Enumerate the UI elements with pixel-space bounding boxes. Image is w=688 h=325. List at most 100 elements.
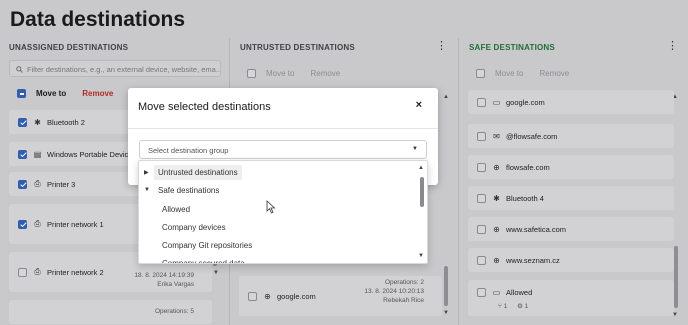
scroll-down-arrow[interactable]: ▼	[443, 310, 449, 316]
remove-button[interactable]: Remove	[539, 69, 569, 78]
move-to-button[interactable]: Move to	[36, 89, 66, 98]
item-date: 13. 8. 2024 10:20:13	[364, 287, 424, 295]
item-label: google.com	[506, 97, 545, 107]
item-label: flowsafe.com	[506, 162, 550, 172]
option-safe-destinations[interactable]: ▼ Safe destinations	[144, 181, 219, 199]
scrollbar[interactable]	[444, 266, 448, 306]
scroll-down-arrow[interactable]: ▼	[213, 270, 219, 276]
page-title: Data destinations	[10, 8, 186, 31]
scroll-up-arrow[interactable]: ▲	[443, 94, 449, 100]
count-a: 1	[503, 303, 508, 310]
item-user: Rebekah Rice	[383, 296, 424, 304]
globe-icon: ⊕	[264, 291, 271, 301]
option-allowed[interactable]: Allowed	[162, 200, 190, 218]
item-checkbox[interactable]	[18, 219, 27, 229]
list-item[interactable]: ⊕ google.com Operations: 2 13. 8. 2024 1…	[239, 276, 442, 316]
item-label: Bluetooth 4	[506, 193, 544, 203]
item-checkbox[interactable]	[477, 97, 486, 107]
option-untrusted-destinations[interactable]: ▶ Untrusted destinations	[144, 163, 242, 181]
scroll-up-arrow[interactable]: ▲	[418, 165, 424, 171]
caret-down-icon: ▼	[412, 146, 418, 152]
item-label: Printer network 2	[47, 267, 104, 277]
remove-button[interactable]: Remove	[310, 69, 340, 78]
search-input[interactable]: Filter destinations, e.g., an external d…	[9, 60, 221, 77]
item-checkbox[interactable]	[248, 291, 257, 301]
item-label: @flowsafe.com	[506, 131, 558, 141]
option-company-git-repositories[interactable]: Company Git repositories	[162, 236, 252, 254]
item-label: Windows Portable Device 2	[47, 149, 139, 159]
item-checkbox[interactable]	[477, 224, 486, 234]
item-meta: 18. 8. 2024 14:19:39 Erika Vargas	[134, 272, 194, 290]
item-label: Bluetooth 2	[47, 117, 85, 127]
move-to-button[interactable]: Move to	[266, 69, 294, 78]
item-operations: Operations: 5	[154, 308, 194, 315]
globe-icon: ⊕	[493, 162, 500, 172]
item-label: Allowed	[506, 288, 533, 297]
item-checkbox[interactable]	[477, 288, 486, 297]
option-company-secured-data[interactable]: Company secured data	[162, 254, 245, 264]
item-checkbox[interactable]	[477, 162, 486, 172]
item-label: google.com	[277, 291, 316, 301]
list-item[interactable]: Operations: 5	[9, 300, 212, 324]
select-all-checkbox[interactable]	[247, 69, 256, 78]
safe-actions: Move to Remove	[476, 69, 569, 78]
option-company-devices[interactable]: Company devices	[162, 218, 226, 236]
item-checkbox[interactable]	[18, 149, 27, 159]
usb-icon: ⑂	[498, 303, 502, 310]
chevron-right-icon: ▶	[144, 169, 149, 176]
printer-icon: ⎙	[34, 179, 41, 188]
globe-icon: ⊕	[493, 255, 500, 265]
unassigned-header: UNASSIGNED DESTINATIONS	[9, 43, 129, 52]
item-checkbox[interactable]	[18, 179, 27, 189]
search-icon	[16, 66, 23, 73]
folder-icon: ▭	[492, 97, 501, 107]
list-item[interactable]: ▭ Allowed ⑂ 1 ⚙ 1	[468, 280, 674, 316]
settings-icon: ⚙	[517, 303, 523, 310]
mail-icon: ✉	[493, 131, 500, 141]
item-label: www.safetica.com	[506, 224, 567, 234]
more-icon[interactable]: ⋮	[436, 41, 447, 52]
option-label: Untrusted destinations	[154, 164, 242, 180]
list-item[interactable]: ⊕ www.safetica.com	[468, 217, 674, 241]
safe-column: SAFE DESTINATIONS ⋮ Move to Remove ▲ ▭ g…	[460, 38, 688, 325]
item-checkbox[interactable]	[477, 255, 486, 265]
item-date: 18. 8. 2024 14:19:39	[134, 272, 194, 279]
modal-divider	[128, 128, 438, 129]
scroll-down-arrow[interactable]: ▼	[672, 312, 678, 318]
folder-icon: ▭	[492, 288, 501, 297]
column-divider	[458, 38, 459, 325]
close-icon[interactable]: ×	[416, 99, 422, 111]
modal-title: Move selected destinations	[138, 101, 271, 113]
scrollbar[interactable]	[674, 246, 678, 308]
printer-icon: ⎙	[34, 267, 41, 276]
list-item[interactable]: ▭ google.com	[468, 90, 674, 114]
list-item[interactable]: ⊕ flowsafe.com	[468, 155, 674, 179]
select-placeholder: Select destination group	[148, 146, 229, 155]
item-operations: Operations: 2	[384, 279, 424, 286]
untrusted-header: UNTRUSTED DESTINATIONS	[240, 43, 355, 52]
move-to-button[interactable]: Move to	[495, 69, 523, 78]
select-all-checkbox[interactable]	[476, 69, 485, 78]
dropdown-scrollbar[interactable]	[420, 177, 424, 207]
item-label: Printer network 1	[47, 219, 104, 229]
remove-button[interactable]: Remove	[82, 89, 113, 98]
item-checkbox[interactable]	[477, 131, 486, 141]
scroll-down-arrow[interactable]: ▼	[418, 253, 424, 259]
count-b: 1	[524, 303, 529, 310]
list-item[interactable]: ⊕ www.seznam.cz	[468, 248, 674, 272]
safe-header: SAFE DESTINATIONS	[469, 43, 555, 52]
globe-icon: ⊕	[493, 224, 500, 234]
item-counts: ⑂ 1 ⚙ 1	[498, 302, 528, 310]
item-checkbox[interactable]	[18, 117, 27, 127]
item-checkbox[interactable]	[18, 267, 27, 277]
destination-group-select[interactable]: Select destination group ▼	[139, 140, 427, 159]
search-placeholder: Filter destinations, e.g., an external d…	[27, 65, 221, 74]
select-all-checkbox[interactable]	[17, 89, 26, 98]
portable-device-icon: ▤	[33, 149, 42, 159]
chevron-down-icon: ▼	[144, 187, 150, 193]
more-icon[interactable]: ⋮	[667, 41, 678, 52]
list-item[interactable]: ✉ @flowsafe.com	[468, 124, 674, 148]
list-item[interactable]: ✱ Bluetooth 4	[468, 186, 674, 210]
item-checkbox[interactable]	[477, 193, 486, 203]
option-label: Safe destinations	[158, 185, 220, 195]
